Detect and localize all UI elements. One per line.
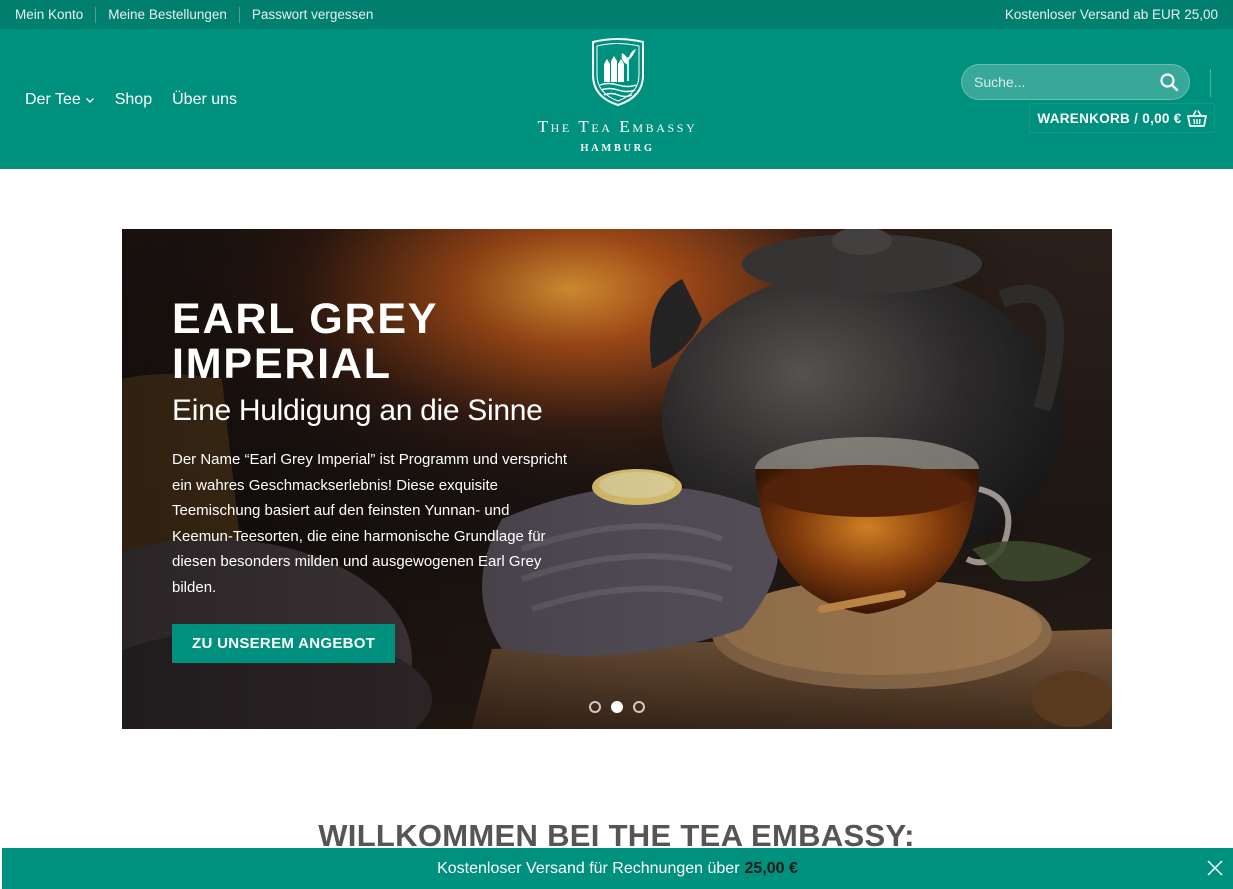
hero-title: EARL GREY IMPERIAL: [172, 297, 582, 387]
notice-amount: 25,00 €: [744, 859, 798, 877]
search-input[interactable]: [962, 65, 1152, 99]
logo-city: HAMBURG: [580, 143, 655, 154]
shipping-notice-bar: Kostenloser Versand für Rechnungen über …: [2, 848, 1233, 889]
forgot-password-link[interactable]: Passwort vergessen: [238, 6, 386, 23]
search-icon[interactable]: [1159, 72, 1179, 92]
hero-title-line1: EARL GREY: [172, 295, 439, 343]
header-divider: [1210, 69, 1211, 97]
account-links: Mein Konto Meine Bestellungen Passwort v…: [15, 0, 385, 29]
hero-subtitle: Eine Huldigung an die Sinne: [172, 394, 543, 427]
top-bar: Mein Konto Meine Bestellungen Passwort v…: [0, 0, 1233, 29]
nav-item-label: Über uns: [172, 91, 238, 108]
slider-dot-1[interactable]: [589, 701, 601, 713]
my-account-link[interactable]: Mein Konto: [15, 7, 95, 23]
logo-name: The Tea Embassy: [537, 117, 698, 136]
my-orders-link[interactable]: Meine Bestellungen: [95, 6, 239, 23]
nav-item-label: Der Tee: [25, 91, 81, 108]
notice-text: Kostenloser Versand für Rechnungen über: [437, 859, 740, 877]
close-icon[interactable]: [1205, 858, 1225, 878]
main-nav: Der Tee Shop Über uns: [25, 91, 237, 109]
site-logo[interactable]: The Tea Embassy HAMBURG: [510, 37, 725, 163]
tea-embassy-crest-icon: [591, 38, 644, 107]
cart-button[interactable]: WARENKORB / 0,00 €: [1029, 103, 1215, 133]
nav-item-shop[interactable]: Shop: [115, 91, 152, 109]
offer-cta-button[interactable]: ZU UNSEREM ANGEBOT: [172, 624, 396, 663]
hero-content: EARL GREY IMPERIAL Eine Huldigung an die…: [172, 297, 582, 601]
site-header: Der Tee Shop Über uns The Tea Embassy HA…: [0, 29, 1233, 169]
slider-dot-2[interactable]: [611, 701, 623, 713]
chevron-down-icon: [85, 98, 94, 103]
nav-item-der-tee[interactable]: Der Tee: [25, 91, 95, 109]
hero-description: Der Name “Earl Grey Imperial” ist Progra…: [172, 451, 568, 596]
nav-item-ueber-uns[interactable]: Über uns: [172, 91, 237, 109]
cart-label: WARENKORB / 0,00 €: [1037, 110, 1182, 126]
shipping-info: Kostenloser Versand ab EUR 25,00: [1004, 7, 1218, 22]
basket-icon: [1186, 110, 1207, 127]
search-box: [961, 64, 1190, 100]
slider-dots: [589, 701, 645, 713]
slider-dot-3[interactable]: [633, 701, 645, 713]
nav-item-label: Shop: [114, 91, 153, 108]
hero-slider: EARL GREY IMPERIAL Eine Huldigung an die…: [122, 229, 1112, 729]
hero-title-line2: IMPERIAL: [172, 340, 392, 388]
